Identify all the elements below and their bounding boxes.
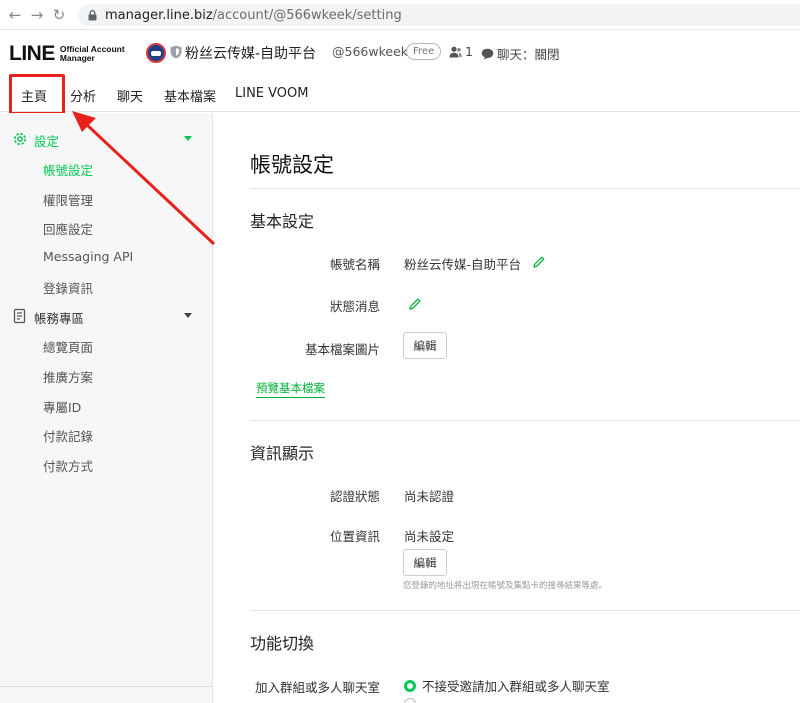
tab-line-voom[interactable]: LINE VOOM	[235, 86, 309, 101]
caret-down-icon	[184, 136, 192, 141]
section-title-basic: 基本設定	[250, 212, 315, 231]
sidebar-section-settings-label: 設定	[34, 134, 60, 149]
person-icon	[449, 46, 462, 57]
profile-image-label: 基本檔案圖片	[304, 342, 380, 357]
friends-count-value: 1	[465, 44, 473, 59]
home-tab-highlight-box	[9, 74, 65, 115]
location-value: 尚未設定	[404, 529, 455, 544]
browser-toolbar: ← → ↻ manager.line.biz/account/@566wkeek…	[0, 0, 800, 30]
address-bar[interactable]: manager.line.biz/account/@566wkeek/setti…	[78, 4, 800, 26]
sidebar-item-account-settings[interactable]: 帳號設定	[43, 160, 93, 179]
radio-selected-icon[interactable]	[404, 679, 416, 692]
document-icon	[13, 308, 26, 324]
sidebar-bottom-divider	[0, 686, 213, 687]
location-label: 位置資訊	[329, 529, 380, 544]
account-id: @566wkeek	[332, 44, 408, 59]
main-content: 帳號設定 基本設定 帳號名稱 粉丝云传媒-自助平台 狀態消息 基本檔案圖片 編輯…	[214, 113, 800, 703]
account-name-value: 粉丝云传媒-自助平台	[404, 257, 522, 272]
divider	[250, 188, 800, 189]
account-avatar[interactable]	[146, 43, 166, 63]
chat-bubble-icon	[481, 48, 494, 60]
sidebar-section-settings[interactable]: 設定	[0, 125, 213, 153]
status-message-label: 狀態消息	[329, 299, 380, 314]
plan-badge: Free	[406, 43, 442, 60]
divider	[250, 610, 800, 611]
radio-unselected-icon[interactable]	[404, 698, 416, 703]
preview-profile-link[interactable]: 預覽基本檔案	[256, 380, 325, 398]
edit-profile-image-button[interactable]: 編輯	[403, 332, 447, 359]
back-arrow-icon[interactable]: ←	[4, 4, 26, 26]
sidebar-item-permissions[interactable]: 權限管理	[43, 190, 93, 209]
auth-status-value: 尚未認證	[404, 489, 455, 504]
sidebar-item-payment-methods[interactable]: 付款方式	[43, 456, 93, 475]
edit-location-button[interactable]: 編輯	[403, 549, 447, 576]
reload-icon[interactable]: ↻	[48, 4, 70, 26]
location-hint: 您登錄的地址將出現在帳號及集點卡的搜尋結果等處。	[403, 581, 608, 591]
auth-status-label: 認證狀態	[329, 489, 380, 504]
sidebar-item-plans[interactable]: 推廣方案	[43, 367, 93, 386]
line-oa-manager-logo[interactable]: LINE Official Account Manager	[9, 42, 125, 66]
pencil-icon[interactable]	[408, 297, 422, 311]
radio-option-label: 不接受邀請加入群組或多人聊天室	[422, 679, 610, 694]
gear-icon	[14, 133, 26, 145]
section-title-features: 功能切換	[250, 634, 315, 653]
logo-subtitle-line-2: Manager	[59, 53, 95, 63]
radio-option-second[interactable]	[404, 698, 422, 703]
radio-option-decline-invites[interactable]: 不接受邀請加入群組或多人聊天室	[404, 676, 610, 695]
tab-profile[interactable]: 基本檔案	[164, 86, 216, 105]
account-name[interactable]: 粉丝云传媒-自助平台	[185, 43, 316, 63]
friends-count: 1	[449, 44, 473, 59]
tab-chat[interactable]: 聊天	[117, 86, 143, 105]
sidebar: 設定 帳號設定 權限管理 回應設定 Messaging API 登錄資訊 帳務專…	[0, 113, 213, 703]
main-nav-tabs: 主頁 分析 聊天 基本檔案 LINE VOOM	[0, 76, 800, 112]
chat-status-text: 聊天：關閉	[497, 47, 560, 62]
shield-icon	[170, 45, 182, 59]
pencil-icon[interactable]	[532, 255, 546, 269]
logo-subtitle: Official Account Manager	[60, 45, 125, 63]
sidebar-item-premium-id[interactable]: 專屬ID	[43, 397, 81, 416]
account-name-label: 帳號名稱	[329, 257, 380, 272]
logo-text: LINE	[9, 42, 55, 65]
url-path: /account/@566wkeek/setting	[212, 7, 402, 23]
sidebar-section-account-area[interactable]: 帳務專區	[0, 302, 213, 330]
forward-arrow-icon[interactable]: →	[26, 4, 48, 26]
divider	[250, 420, 800, 421]
chat-status[interactable]: 聊天：關閉	[481, 44, 560, 63]
sidebar-item-payment-history[interactable]: 付款記錄	[43, 426, 93, 445]
sidebar-item-messaging-api[interactable]: Messaging API	[43, 249, 133, 264]
url-host: manager.line.biz	[105, 7, 213, 23]
sidebar-item-overview[interactable]: 總覽頁面	[43, 337, 93, 356]
section-title-info: 資訊顯示	[250, 444, 315, 463]
group-invite-label: 加入群組或多人聊天室	[254, 680, 380, 695]
sidebar-item-registration-info[interactable]: 登錄資訊	[43, 278, 93, 297]
sidebar-item-response-settings[interactable]: 回應設定	[43, 219, 93, 238]
lock-icon	[88, 9, 97, 20]
tab-analytics[interactable]: 分析	[70, 86, 96, 105]
sidebar-section-account-area-label: 帳務專區	[34, 311, 85, 326]
caret-down-icon	[184, 313, 192, 318]
page-title: 帳號設定	[250, 153, 334, 177]
